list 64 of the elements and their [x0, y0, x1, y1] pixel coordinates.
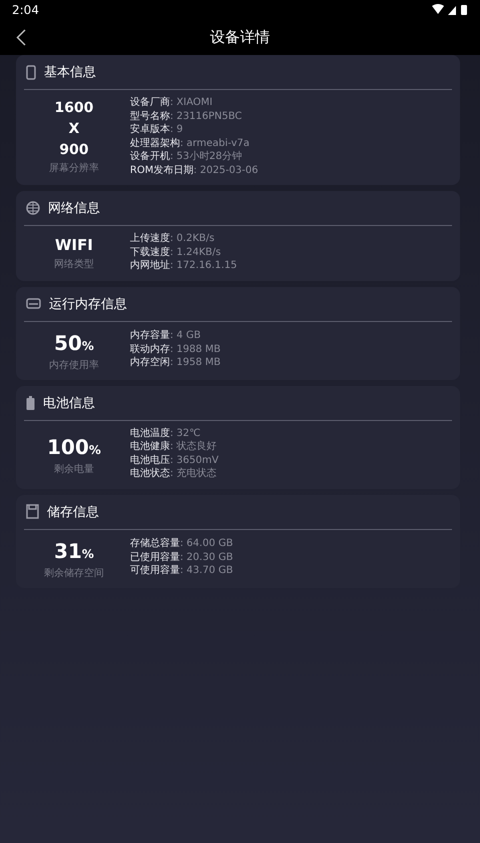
card-title: 网络信息 [48, 200, 100, 217]
battery-icon [26, 396, 35, 410]
phone-icon [26, 64, 36, 80]
value-caption: 网络类型 [54, 258, 94, 270]
info-label: 上传速度 [130, 232, 170, 246]
big-value: 900 [59, 141, 89, 160]
info-value: : 0.2KB/s [170, 232, 214, 246]
info-value: : XIAOMI [170, 96, 212, 110]
big-value: 100% [47, 434, 101, 460]
info-label: 安卓版本 [130, 123, 170, 136]
info-label: 存储总容量 [130, 537, 180, 551]
info-label: 已使用容量 [130, 550, 180, 564]
status-time: 2:04 [12, 3, 39, 17]
info-value: : 1958 MB [170, 356, 221, 370]
info-value: : 1.24KB/s [170, 246, 221, 259]
info-label: 电池健康 [130, 440, 170, 454]
info-value: : 状态良好 [170, 440, 217, 454]
info-label: 下载速度 [130, 246, 170, 259]
status-icons [432, 4, 468, 16]
info-label: 设备厂商 [130, 96, 170, 110]
info-label: 电池状态 [130, 467, 170, 480]
value-caption: 剩余储存空间 [44, 566, 104, 580]
card-title: 电池信息 [43, 394, 95, 412]
info-label: 可使用容量 [130, 564, 180, 578]
back-icon[interactable] [16, 29, 26, 46]
info-value: : 9 [170, 123, 183, 136]
info-label: 内存空闲 [130, 356, 170, 370]
big-value: 50% [54, 330, 94, 356]
card-title: 储存信息 [47, 504, 99, 520]
value-caption: 屏幕分辨率 [49, 162, 99, 175]
info-value: : 4 GB [170, 329, 201, 343]
info-value: : 32℃ [170, 426, 201, 440]
sd-card-icon [26, 504, 39, 519]
globe-icon [26, 201, 40, 215]
info-value: : armeabi-v7a [180, 136, 250, 150]
big-value: 1600 [54, 99, 94, 118]
info-value: : 充电状态 [170, 467, 217, 480]
value-caption: 剩余电量 [54, 462, 94, 476]
card-title: 运行内存信息 [49, 296, 127, 312]
info-value: : 43.70 GB [180, 564, 233, 578]
info-label: ROM发布日期 [130, 164, 194, 177]
info-label: 设备开机 [130, 150, 170, 164]
info-label: 电池电压 [130, 454, 170, 467]
info-value: : 2025-03-06 [193, 164, 258, 177]
info-label: 内存容量 [130, 329, 170, 343]
info-value: : 23116PN5BC [170, 110, 242, 123]
value-caption: 内存使用率 [49, 358, 99, 372]
info-label: 联动内存 [130, 342, 170, 356]
memory-icon [26, 298, 41, 309]
info-label: 电池温度 [130, 426, 170, 440]
big-value: 31% [54, 538, 94, 564]
info-value: : 20.30 GB [180, 550, 233, 564]
info-value: : 1988 MB [170, 342, 221, 356]
big-value: WIFI [55, 235, 93, 256]
info-label: 内网地址 [130, 259, 170, 272]
info-value: : 64.00 GB [180, 537, 233, 551]
info-value: : 172.16.1.15 [170, 259, 237, 272]
big-value: X [68, 120, 80, 139]
info-label: 处理器架构 [130, 136, 180, 150]
info-value: : 53小时28分钟 [170, 150, 242, 164]
card-title: 基本信息 [44, 64, 96, 81]
info-label: 型号名称 [130, 110, 170, 123]
page-title: 设备详情 [210, 28, 270, 47]
info-value: : 3650mV [170, 454, 219, 467]
